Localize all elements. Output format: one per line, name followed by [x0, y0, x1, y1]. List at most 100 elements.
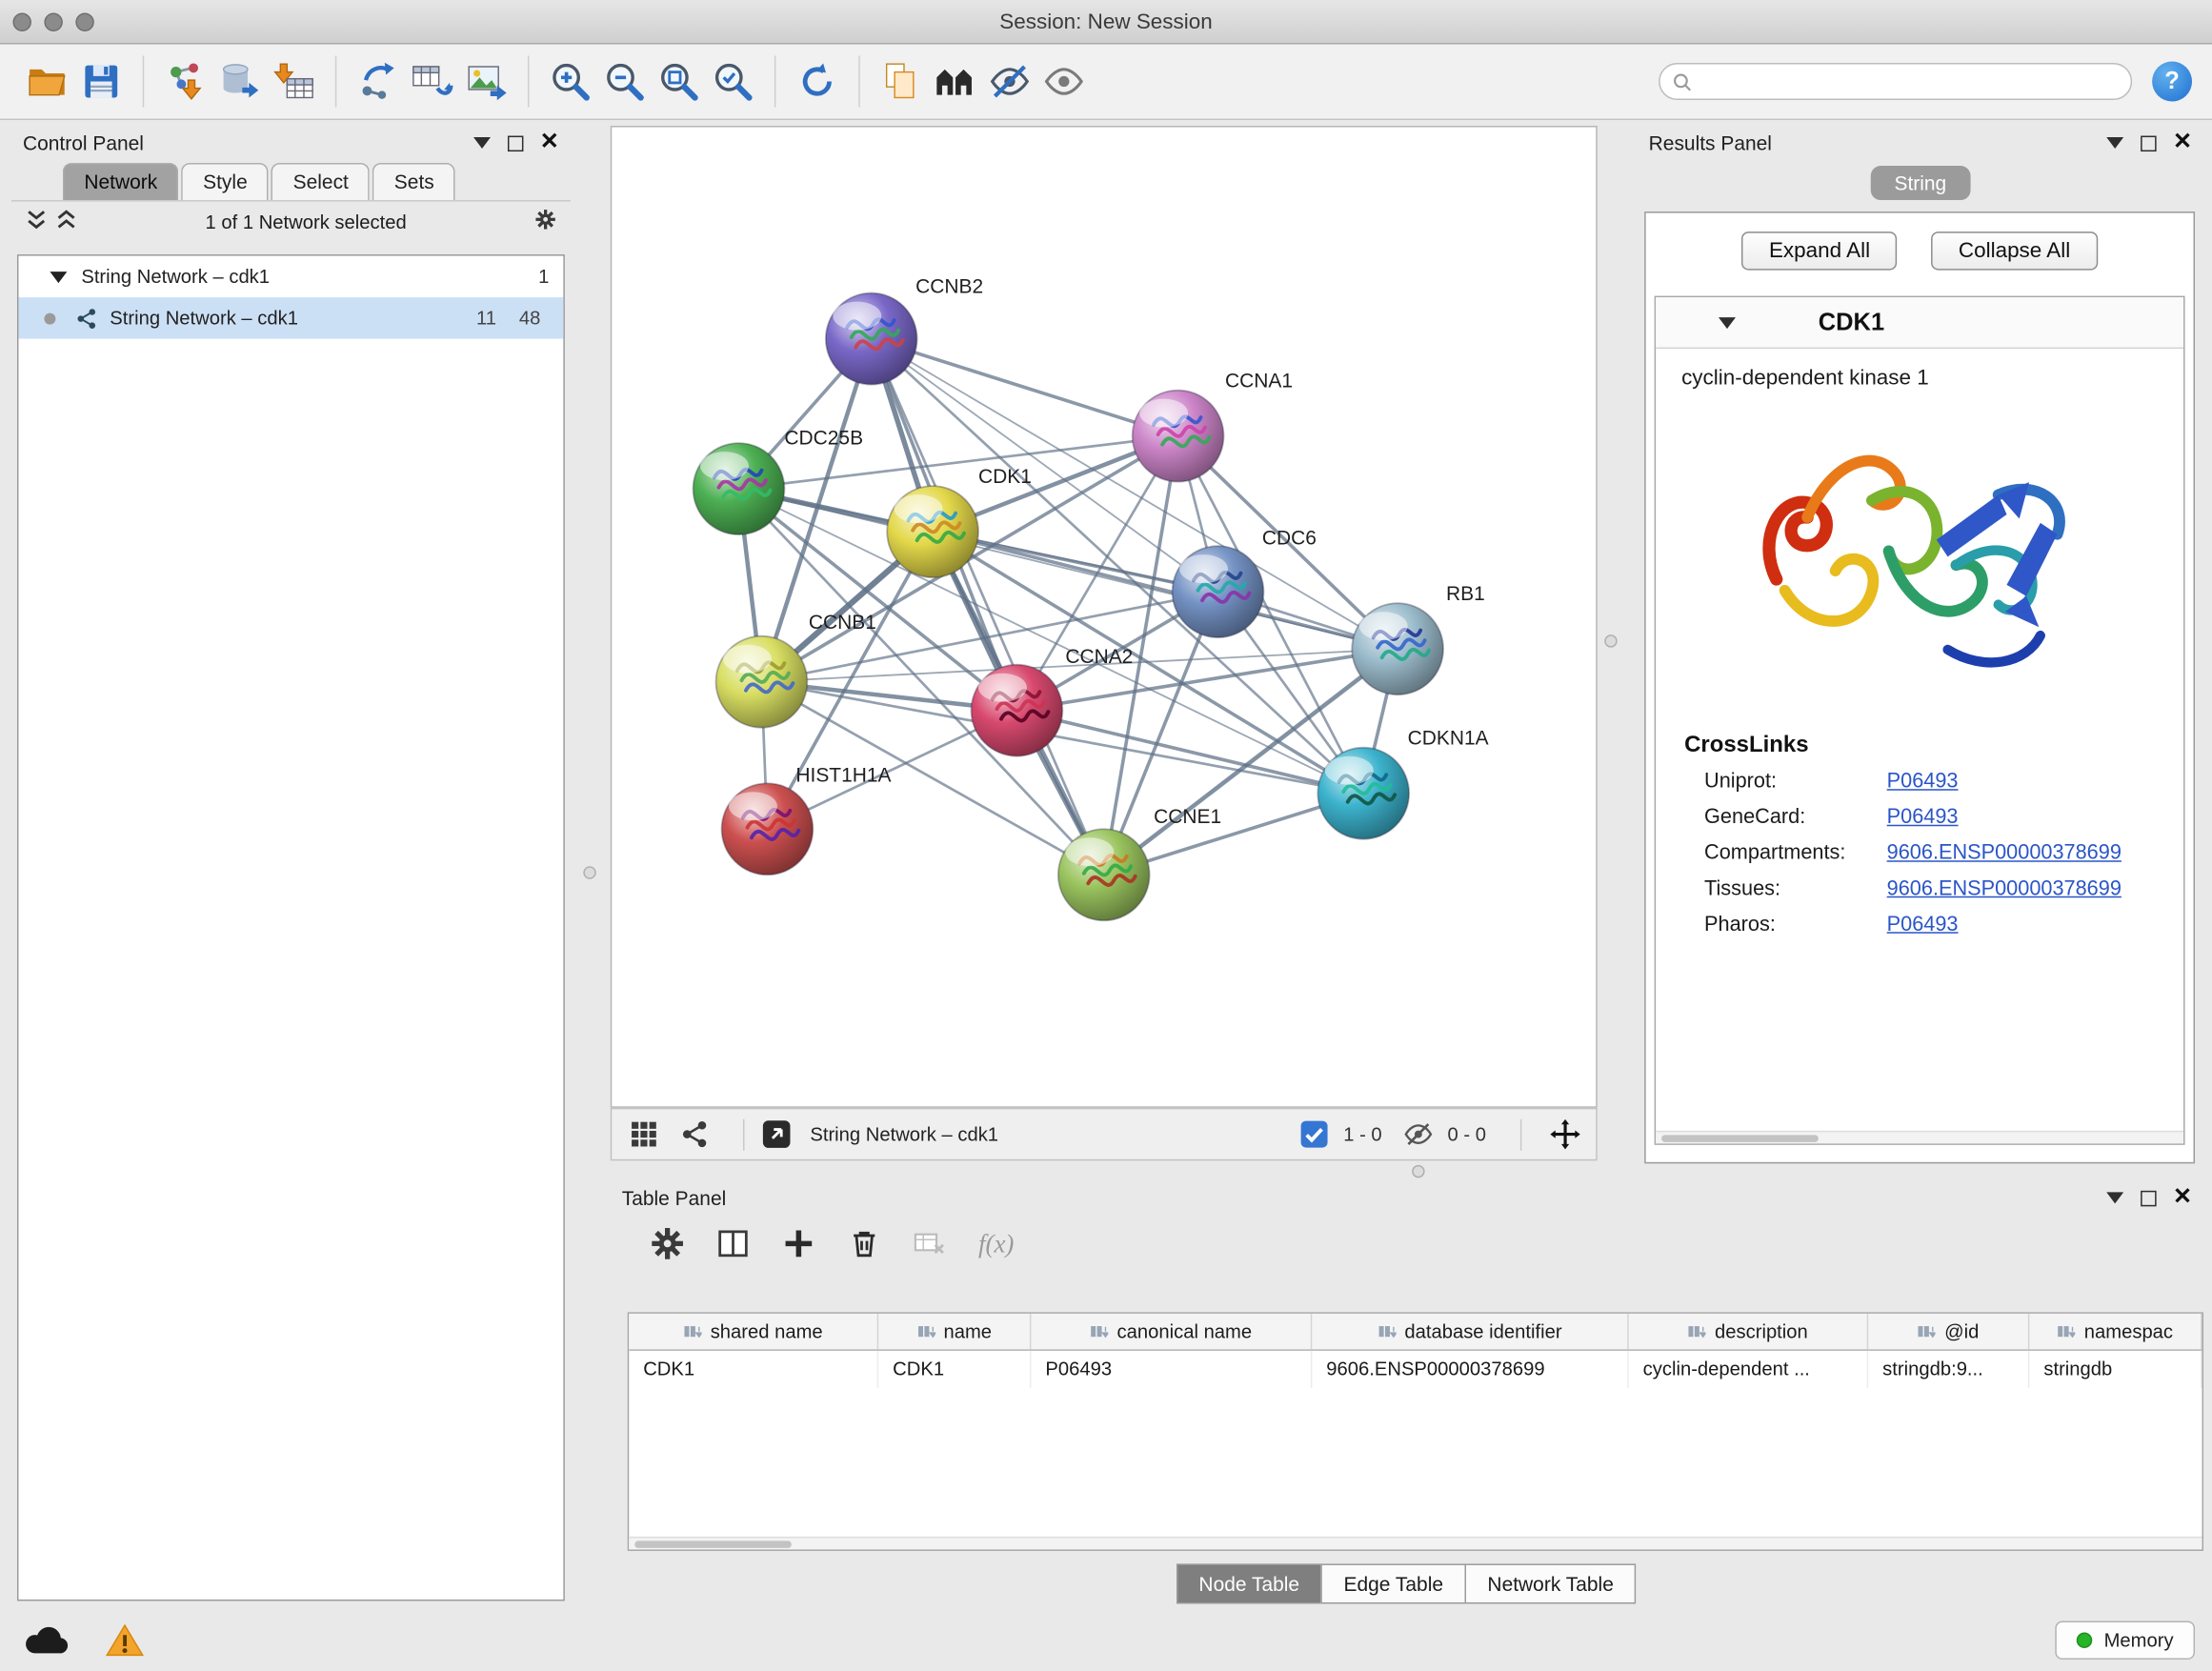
- node-CDC6[interactable]: [1173, 546, 1264, 637]
- node-RB1[interactable]: [1352, 603, 1443, 695]
- tab-network[interactable]: Network: [63, 163, 179, 200]
- column-header-description[interactable]: description: [1629, 1314, 1869, 1350]
- new-network-icon[interactable]: [351, 54, 405, 109]
- tab-sets[interactable]: Sets: [372, 163, 455, 200]
- tab-string[interactable]: String: [1870, 166, 1971, 200]
- expand-all-networks-icon[interactable]: [26, 208, 47, 236]
- crosslink-link[interactable]: 9606.ENSP00000378699: [1887, 877, 2122, 900]
- network-overview-icon[interactable]: [929, 54, 983, 109]
- help-button[interactable]: ?: [2152, 62, 2192, 102]
- table-row[interactable]: CDK1CDK1P064939606.ENSP00000378699cyclin…: [629, 1351, 2202, 1388]
- edge-CCNB2-CCNE1[interactable]: [872, 339, 1104, 876]
- vertical-splitter-handle[interactable]: [583, 866, 595, 879]
- hide-selected-icon[interactable]: [983, 54, 1037, 109]
- collapse-panel-icon[interactable]: [2106, 137, 2123, 149]
- birdseye-view-icon[interactable]: [758, 1117, 793, 1152]
- warning-icon[interactable]: [106, 1622, 144, 1665]
- share-network-icon[interactable]: [677, 1117, 712, 1152]
- table-cell[interactable]: 9606.ENSP00000378699: [1312, 1351, 1628, 1388]
- column-header-name[interactable]: name: [878, 1314, 1031, 1350]
- tree-expand-icon[interactable]: [50, 271, 67, 282]
- import-network-database-icon[interactable]: [212, 54, 267, 109]
- node-CDC25B[interactable]: [694, 443, 785, 534]
- function-builder-icon[interactable]: f(x): [978, 1229, 1014, 1259]
- network-canvas[interactable]: CCNB2CCNA1CDC25BCDK1CDC6RB1CCNB1CCNA2CDK…: [611, 126, 1598, 1108]
- refresh-icon[interactable]: [790, 54, 844, 109]
- node-CCNA1[interactable]: [1133, 391, 1224, 482]
- cloud-icon[interactable]: [23, 1622, 69, 1664]
- show-columns-icon[interactable]: [716, 1226, 751, 1260]
- table-settings-gear-icon[interactable]: [651, 1226, 685, 1260]
- open-session-icon[interactable]: [20, 54, 74, 109]
- gear-icon[interactable]: [534, 208, 555, 236]
- zoom-in-icon[interactable]: [543, 54, 597, 109]
- gene-card-header[interactable]: CDK1: [1656, 297, 2183, 349]
- close-panel-icon[interactable]: ✕: [540, 131, 559, 154]
- search-input[interactable]: [1701, 70, 2120, 92]
- collapse-panel-icon[interactable]: [473, 137, 490, 149]
- column-header-database-identifier[interactable]: database identifier: [1312, 1314, 1628, 1350]
- table-cell[interactable]: cyclin-dependent ...: [1629, 1351, 1869, 1388]
- float-panel-icon[interactable]: [507, 135, 522, 151]
- grid-view-icon[interactable]: [626, 1117, 660, 1152]
- column-header-canonical-name[interactable]: canonical name: [1031, 1314, 1312, 1350]
- column-header-shared-name[interactable]: shared name: [629, 1314, 878, 1350]
- edge-CDK1-RB1[interactable]: [933, 532, 1398, 649]
- tab-style[interactable]: Style: [182, 163, 270, 200]
- crosslink-link[interactable]: P06493: [1887, 914, 1959, 936]
- node-CDK1[interactable]: [887, 486, 978, 577]
- table-cell[interactable]: P06493: [1031, 1351, 1312, 1388]
- selected-checkbox-icon[interactable]: [1297, 1117, 1332, 1152]
- node-CDKN1A[interactable]: [1317, 748, 1409, 839]
- float-panel-icon[interactable]: [2141, 1190, 2156, 1206]
- tab-edge-table[interactable]: Edge Table: [1321, 1563, 1466, 1603]
- crosslink-link[interactable]: 9606.ENSP00000378699: [1887, 842, 2122, 865]
- collapse-all-button[interactable]: Collapse All: [1931, 232, 2097, 271]
- save-session-icon[interactable]: [74, 54, 129, 109]
- copy-icon[interactable]: [875, 54, 929, 109]
- node-CCNB1[interactable]: [716, 636, 808, 728]
- crosslink-link[interactable]: P06493: [1887, 771, 1959, 794]
- show-all-icon[interactable]: [1036, 54, 1091, 109]
- zoom-fit-icon[interactable]: [652, 54, 706, 109]
- zoom-out-icon[interactable]: [597, 54, 652, 109]
- gene-collapse-icon[interactable]: [1719, 316, 1736, 328]
- hidden-eye-icon[interactable]: [1402, 1117, 1437, 1152]
- node-HIST1H1A[interactable]: [722, 783, 814, 875]
- node-CCNE1[interactable]: [1058, 829, 1150, 920]
- close-panel-icon[interactable]: ✕: [2173, 1186, 2192, 1209]
- edge-CCNB2-CCNA1[interactable]: [872, 339, 1178, 436]
- table-cell[interactable]: stringdb: [2029, 1351, 2202, 1388]
- edge-CDC6-CCNB1[interactable]: [761, 592, 1217, 682]
- float-panel-icon[interactable]: [2141, 135, 2156, 151]
- table-scrollbar[interactable]: [629, 1537, 2202, 1550]
- results-scrollbar[interactable]: [1656, 1131, 2183, 1144]
- table-cell[interactable]: CDK1: [629, 1351, 878, 1388]
- node-CCNB2[interactable]: [826, 293, 917, 385]
- export-image-icon[interactable]: [459, 54, 513, 109]
- expand-all-button[interactable]: Expand All: [1741, 232, 1897, 271]
- node-CCNA2[interactable]: [972, 665, 1063, 756]
- collapse-all-networks-icon[interactable]: [55, 208, 76, 236]
- vertical-splitter-handle[interactable]: [1604, 634, 1617, 648]
- pan-crosshair-icon[interactable]: [1547, 1117, 1581, 1152]
- delete-row-icon[interactable]: [847, 1226, 881, 1260]
- tab-select[interactable]: Select: [271, 163, 370, 200]
- close-panel-icon[interactable]: ✕: [2173, 131, 2192, 154]
- tab-network-table[interactable]: Network Table: [1464, 1563, 1636, 1603]
- tab-node-table[interactable]: Node Table: [1176, 1563, 1322, 1603]
- network-row-selected[interactable]: String Network – cdk1 11 48: [18, 297, 563, 339]
- import-table-file-icon[interactable]: [267, 54, 321, 109]
- memory-button[interactable]: Memory: [2056, 1621, 2195, 1660]
- table-cell[interactable]: stringdb:9...: [1868, 1351, 2029, 1388]
- table-cell[interactable]: CDK1: [878, 1351, 1031, 1388]
- crosslink-link[interactable]: P06493: [1887, 806, 1959, 829]
- import-network-file-icon[interactable]: [158, 54, 212, 109]
- zoom-selected-icon[interactable]: [706, 54, 760, 109]
- new-table-icon[interactable]: [405, 54, 459, 109]
- network-collection-row[interactable]: String Network – cdk1 1: [18, 256, 563, 298]
- add-row-icon[interactable]: [781, 1226, 815, 1260]
- column-header-@id[interactable]: @id: [1868, 1314, 2029, 1350]
- collapse-panel-icon[interactable]: [2106, 1192, 2123, 1203]
- column-header-namespac[interactable]: namespac: [2029, 1314, 2202, 1350]
